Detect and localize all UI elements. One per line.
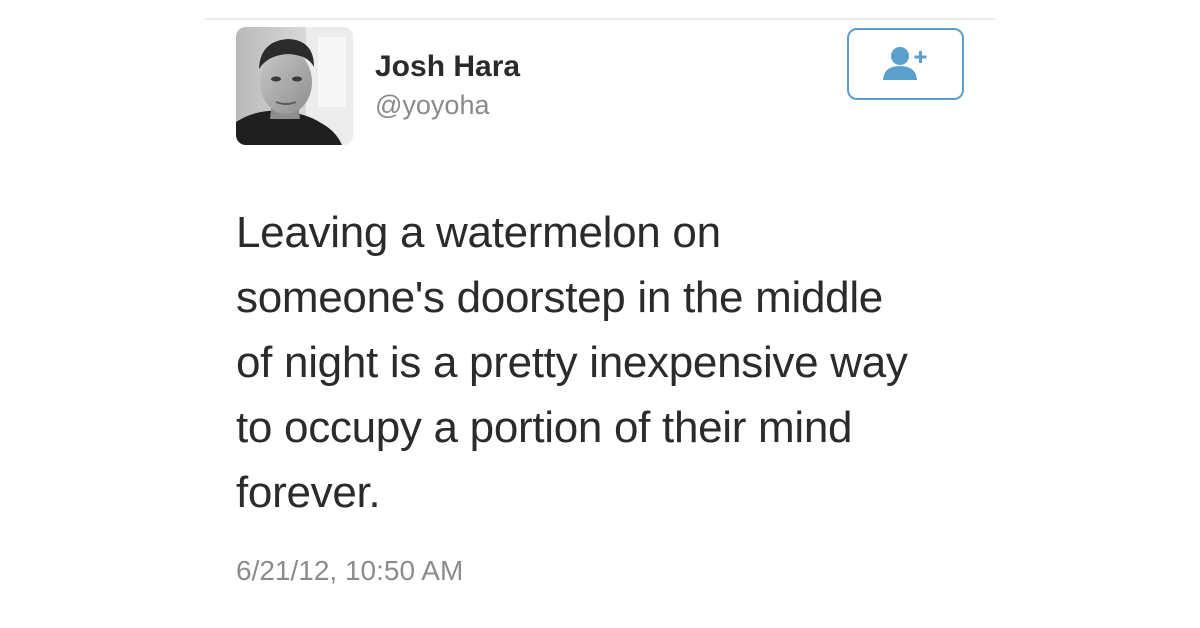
tweet-text: Leaving a watermelon on someone's doorst… [236,200,996,525]
tweet-timestamp[interactable]: 6/21/12, 10:50 AM [236,555,463,587]
avatar[interactable] [236,27,353,145]
tweet-text-line: forever. [236,468,381,517]
tweet-text-line: someone's doorstep in the middle [236,273,883,322]
add-user-icon [882,47,926,80]
author-handle[interactable]: @yoyoha [375,90,489,121]
tweet-text-line: Leaving a watermelon on [236,208,721,257]
author-name[interactable]: Josh Hara [375,50,520,84]
follow-button[interactable] [847,28,964,100]
tweet-text-line: of night is a pretty inexpensive way [236,338,908,387]
tweet-text-line: to occupy a portion of their mind [236,403,853,452]
tweet-card: Josh Hara @yoyoha Leaving a watermelon o… [0,0,1200,628]
avatar-image [236,27,353,145]
